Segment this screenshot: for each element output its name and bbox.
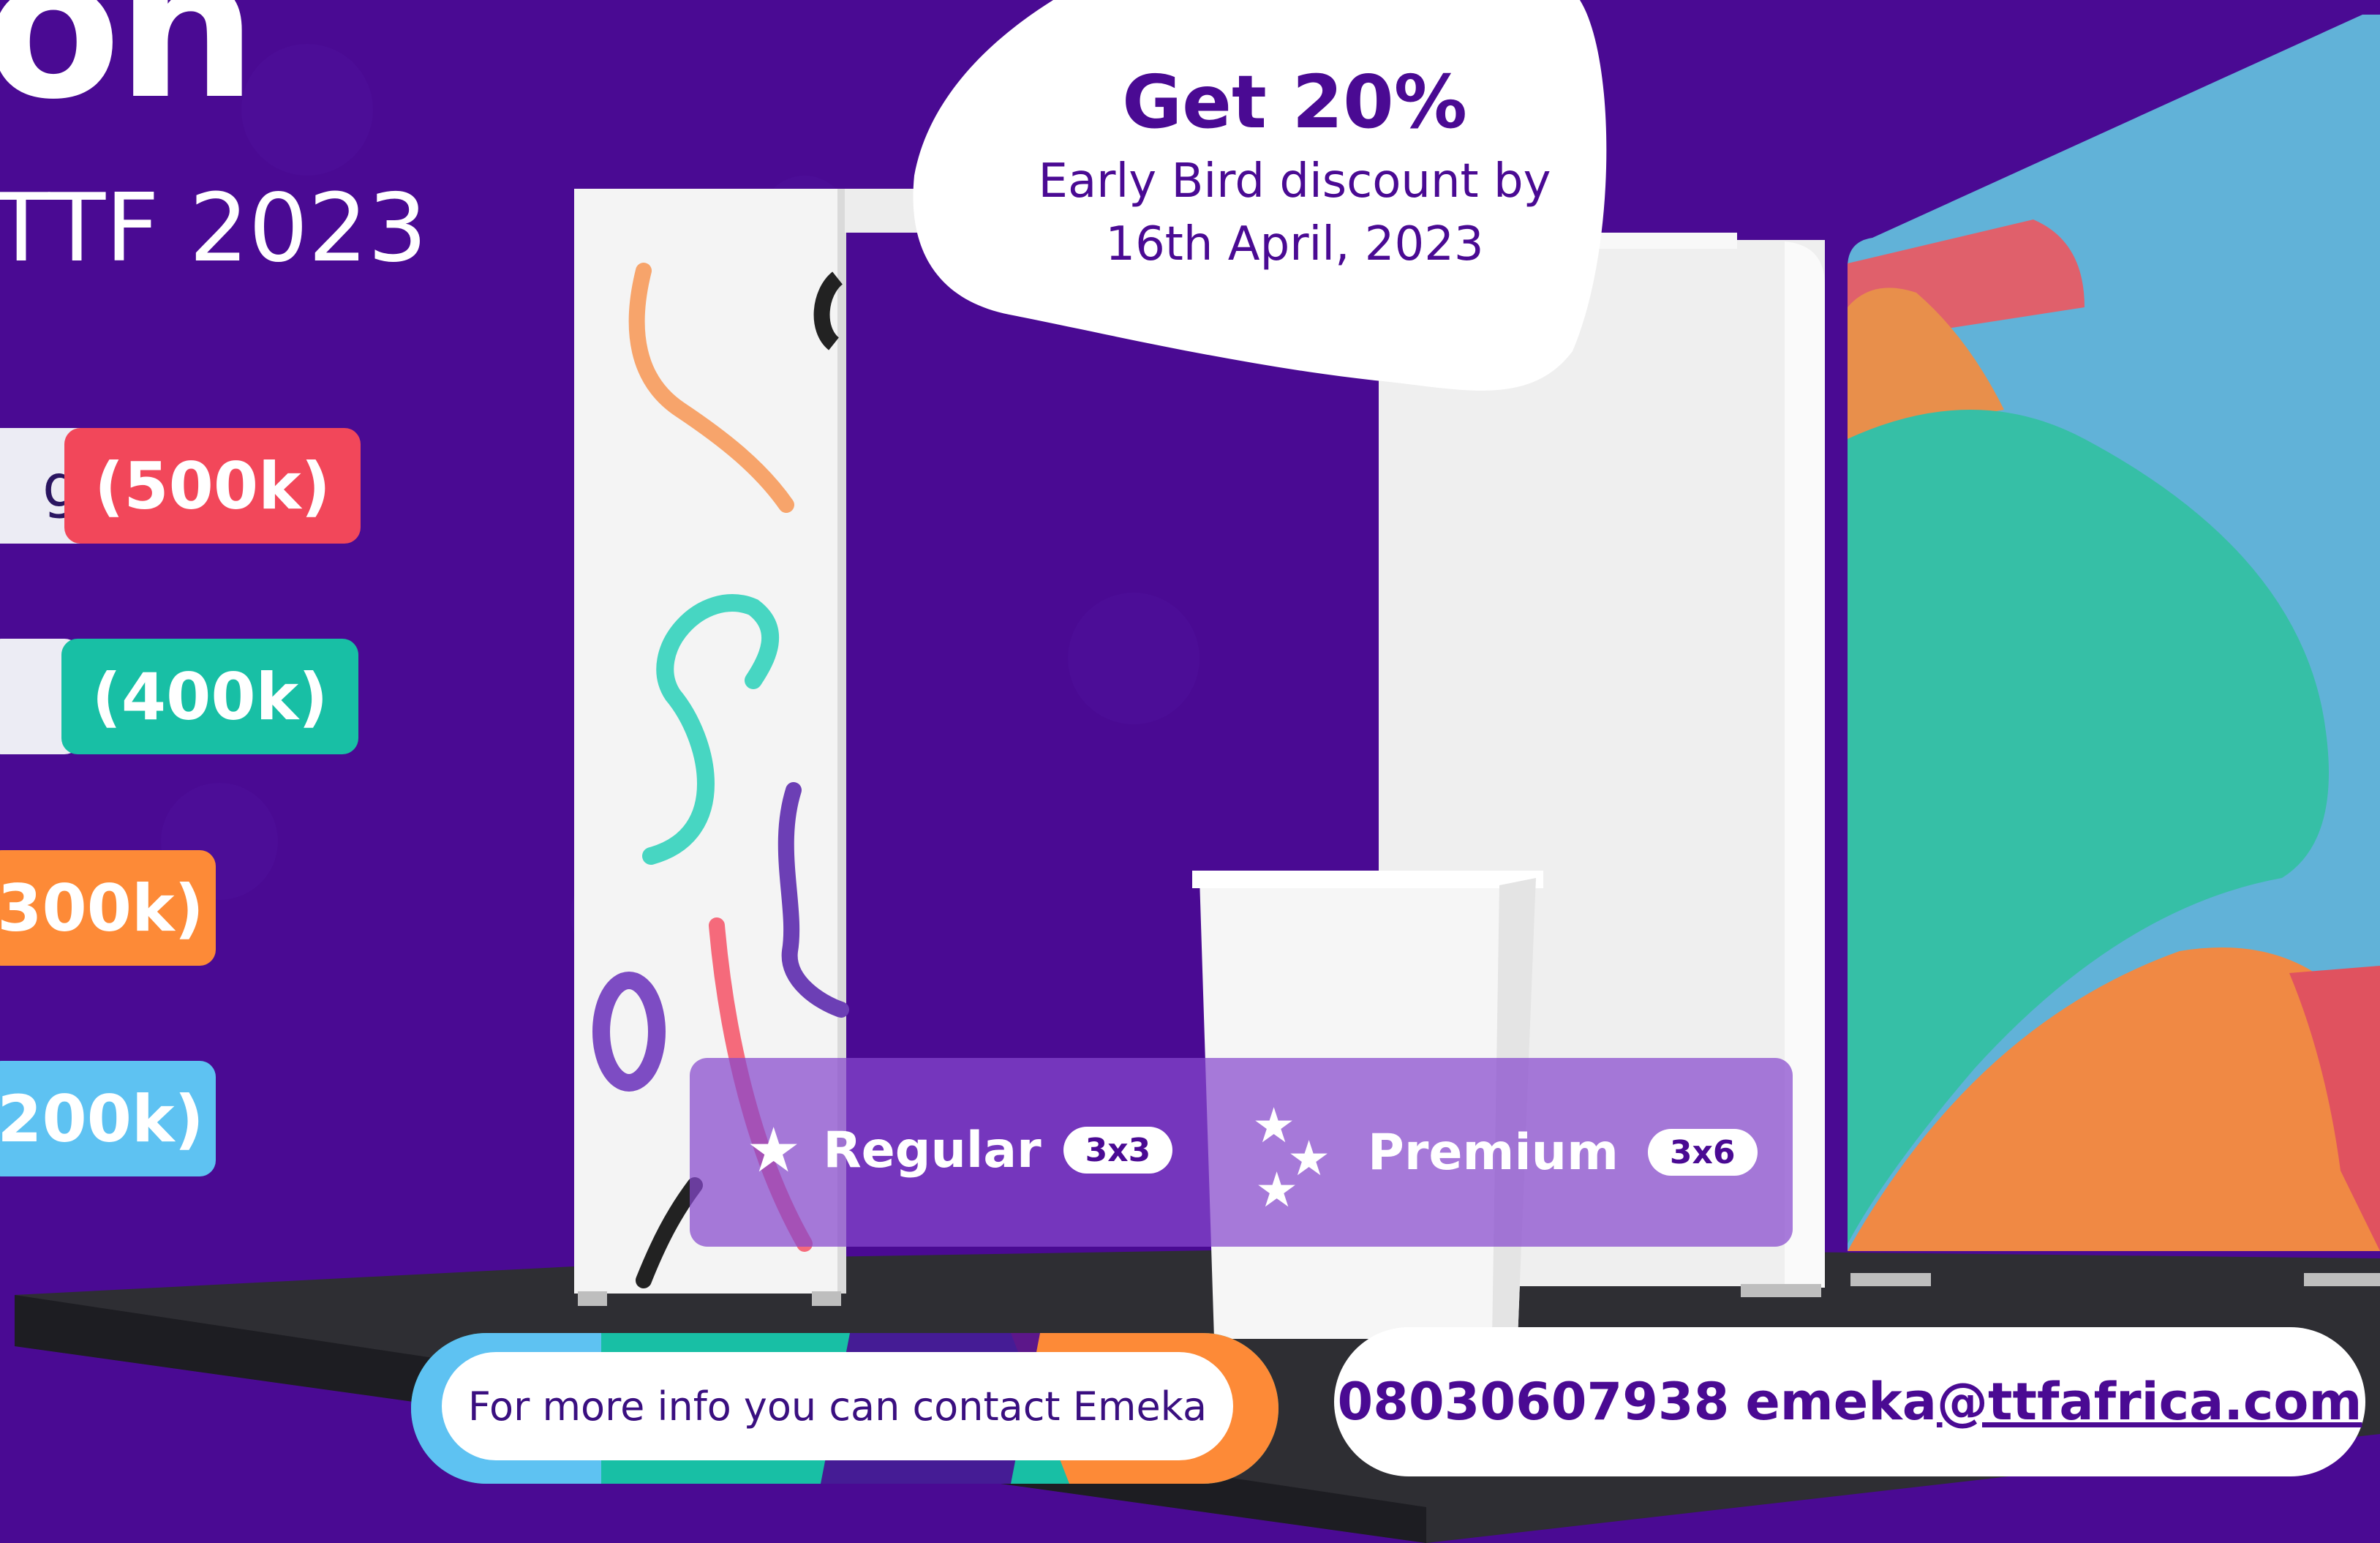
booth-type-name: Regular bbox=[823, 1121, 1042, 1179]
promo-line-2: 16th April, 2023 bbox=[1105, 217, 1484, 271]
contact-email-domain[interactable]: @ttfafrica.com bbox=[1937, 1372, 2362, 1432]
price-pill-300k: 300k) bbox=[0, 850, 216, 966]
price-pill-label: 200k) bbox=[0, 1081, 204, 1157]
promo-text: Get 20% Early Bird discount by 16th Apri… bbox=[973, 55, 1616, 276]
price-pill-200k: 200k) bbox=[0, 1061, 216, 1176]
price-pill-label: (400k) bbox=[91, 658, 328, 735]
star-icon: ★ bbox=[746, 1114, 802, 1186]
stars-icon: ★ ★ ★ bbox=[1252, 1097, 1331, 1218]
price-pill-500k: (500k) bbox=[64, 428, 361, 544]
event-subtitle: TTF 2023 bbox=[0, 174, 428, 283]
price-pill-label: (500k) bbox=[94, 448, 331, 524]
price-pill-label: 300k) bbox=[0, 870, 204, 946]
booth-size-badge: 3x3 bbox=[1063, 1127, 1173, 1174]
contact-phone[interactable]: 08030607938 bbox=[1338, 1372, 1730, 1432]
contact-email-user[interactable]: emeka bbox=[1745, 1372, 1937, 1432]
promo-title: Get 20% bbox=[1122, 59, 1467, 145]
booth-type-name: Premium bbox=[1368, 1123, 1619, 1182]
booth-type-premium: ★ ★ ★ Premium 3x6 bbox=[1251, 1097, 1758, 1218]
booth-size-badge: 3x6 bbox=[1647, 1129, 1758, 1176]
promo-line-1: Early Bird discount by bbox=[1038, 154, 1551, 209]
headline-fragment: on bbox=[0, 0, 257, 143]
booth-type-regular: ★ Regular 3x3 bbox=[746, 1114, 1173, 1186]
contact-prompt: For more info you can contact Emeka bbox=[442, 1352, 1233, 1460]
contact-details: 08030607938 emeka @ttfafrica.com bbox=[1334, 1327, 2365, 1476]
price-pill-400k: (400k) bbox=[61, 639, 358, 754]
